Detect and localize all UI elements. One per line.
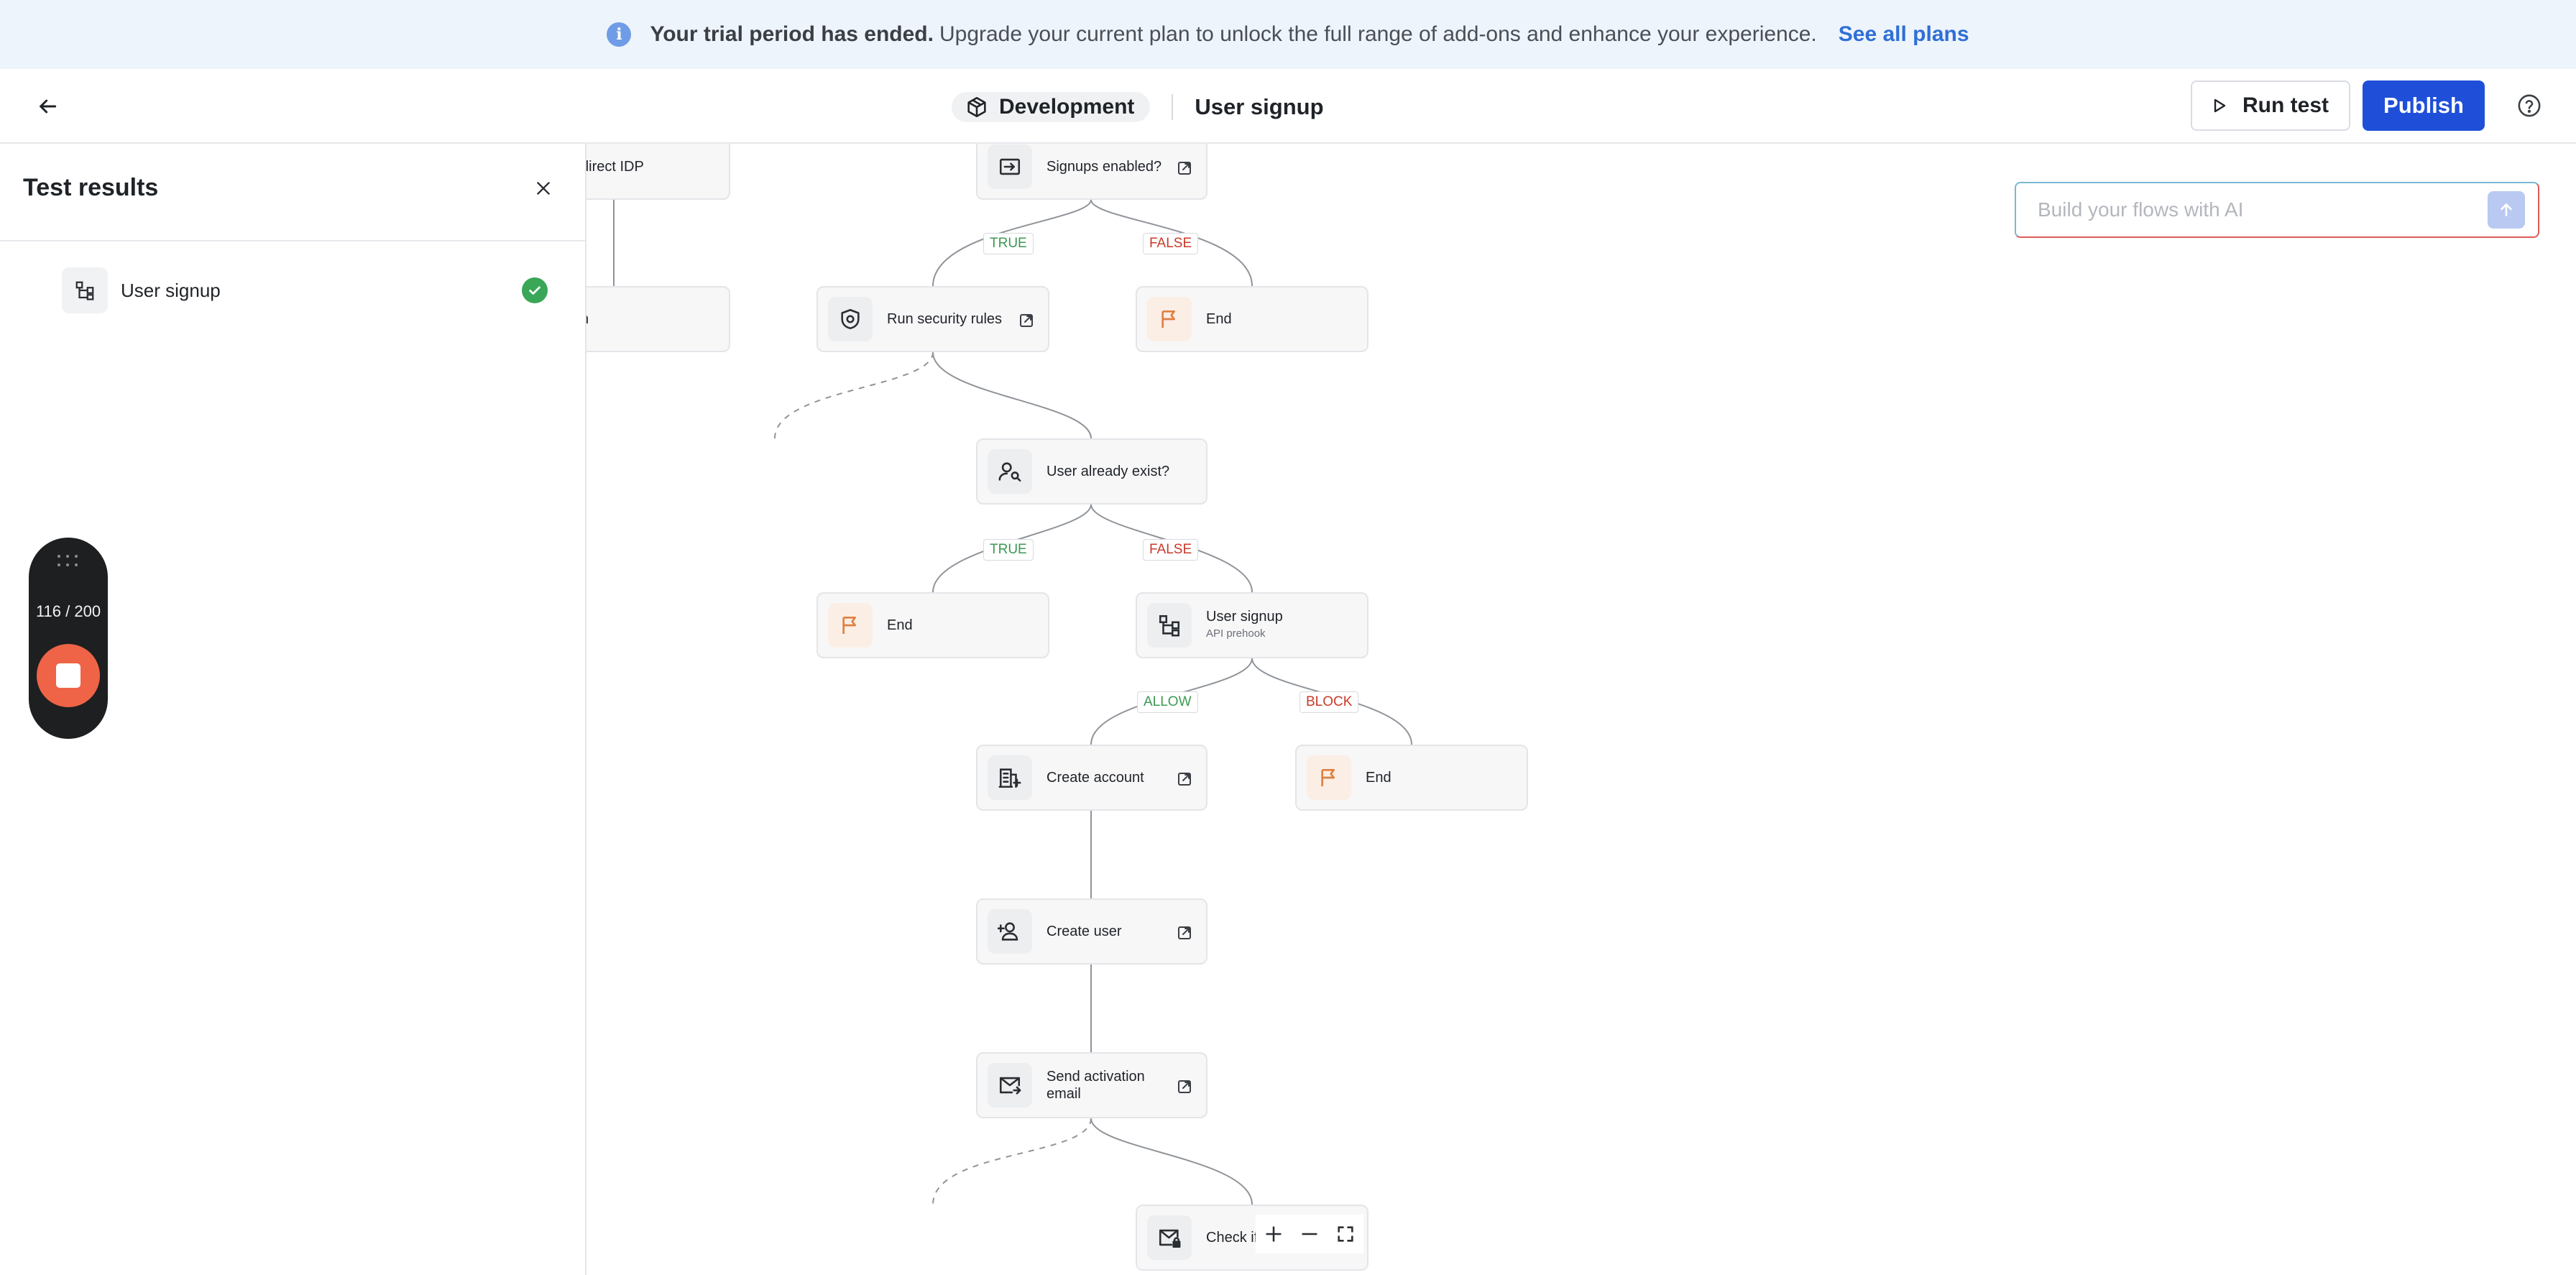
flag-icon [828, 603, 873, 648]
banner-strong-text: Your trial period has ended. [650, 22, 934, 46]
success-check-icon [522, 277, 548, 303]
node-label: n [586, 310, 589, 328]
flow-node-user-signup[interactable]: User signup API prehook [1136, 592, 1368, 658]
flow-hierarchy-icon [62, 267, 108, 313]
test-result-item[interactable]: User signup [62, 267, 565, 313]
node-subtitle: API prehook [1206, 627, 1266, 640]
edge-label-false: FALSE [1143, 539, 1199, 561]
flow-hierarchy-icon [1147, 603, 1192, 648]
stop-recording-button[interactable] [37, 644, 100, 707]
banner-text: Upgrade your current plan to unlock the … [939, 22, 1817, 46]
external-link-icon[interactable] [1176, 1078, 1193, 1095]
flag-icon [1147, 297, 1192, 341]
external-link-icon[interactable] [1176, 770, 1193, 788]
environment-label: Development [999, 95, 1135, 119]
flow-node-signups-enabled[interactable]: Signups enabled? [976, 144, 1208, 200]
panel-title: Test results [23, 174, 159, 201]
close-panel-button[interactable] [529, 174, 558, 203]
zoom-out-button[interactable] [1294, 1218, 1325, 1250]
cube-icon [967, 96, 986, 118]
flow-node-end[interactable]: End [1136, 286, 1368, 352]
close-icon [537, 182, 550, 195]
node-label: User already exist? [1046, 464, 1170, 479]
arrow-up-icon [2501, 203, 2512, 216]
info-icon: i [607, 22, 632, 47]
flow-node-end[interactable]: End [816, 592, 1049, 658]
play-icon [2214, 98, 2226, 113]
node-label: End [887, 617, 913, 633]
flow-node-partial[interactable]: n [586, 286, 730, 352]
test-result-label: User signup [121, 279, 221, 301]
flow-node-redirect-idp[interactable]: direct IDP [586, 144, 730, 200]
edge-label-block: BLOCK [1300, 691, 1359, 713]
user-search-icon [988, 449, 1032, 494]
mail-send-icon [988, 1063, 1032, 1108]
flow-node-user-already-exist[interactable]: User already exist? [976, 438, 1208, 505]
edge-label-false: FALSE [1143, 233, 1199, 254]
flow-node-run-security-rules[interactable]: Run security rules [816, 286, 1049, 352]
external-link-icon[interactable] [1176, 160, 1193, 177]
node-label: Create account [1046, 770, 1144, 786]
recorder-widget[interactable]: 116 / 200 [29, 538, 108, 739]
drag-handle-icon[interactable] [58, 555, 79, 566]
environment-chip[interactable]: Development [952, 92, 1151, 122]
node-label: User signup API prehook [1206, 608, 1283, 643]
help-circle-icon [2518, 94, 2541, 117]
edge-label-allow: ALLOW [1137, 691, 1198, 713]
mail-lock-icon [1147, 1215, 1192, 1260]
panel-header: Test results [0, 144, 585, 241]
see-all-plans-link[interactable]: See all plans [1839, 22, 1969, 47]
user-plus-icon [988, 909, 1032, 954]
back-button[interactable] [32, 91, 63, 122]
flow-canvas[interactable]: direct IDP n Signups enabled? Run securi… [586, 144, 2576, 1275]
fullscreen-icon [1338, 1226, 1353, 1242]
breadcrumb-separator [1172, 94, 1174, 120]
node-label: Signups enabled? [1046, 159, 1162, 175]
app-root: i Your trial period has ended. Upgrade y… [0, 0, 2576, 1275]
flag-icon [1307, 755, 1351, 800]
trial-banner: i Your trial period has ended. Upgrade y… [0, 0, 2576, 69]
node-label: direct IDP [586, 159, 644, 175]
run-test-label: Run test [2242, 93, 2329, 117]
ai-send-button[interactable] [2488, 191, 2525, 229]
node-label: Send activation email [1046, 1069, 1145, 1102]
stop-icon [56, 663, 80, 688]
plus-icon [1266, 1226, 1282, 1242]
node-label: Run security rules [887, 311, 1003, 327]
flow-node-end[interactable]: End [1295, 745, 1528, 811]
help-button[interactable] [2513, 89, 2546, 122]
top-header: Development User signup Run test Publish [0, 69, 2576, 144]
node-label: End [1206, 311, 1232, 327]
zoom-in-button[interactable] [1258, 1218, 1289, 1250]
edge-label-true: TRUE [983, 233, 1034, 254]
publish-button[interactable]: Publish [2363, 80, 2485, 131]
external-link-icon[interactable] [1018, 312, 1035, 329]
ai-prompt-box [2015, 182, 2539, 238]
building-plus-icon [988, 755, 1032, 800]
arrow-left-icon [40, 99, 57, 114]
node-label: Check if [1206, 1230, 1259, 1246]
node-label: End [1366, 770, 1392, 786]
edge-label-true: TRUE [983, 539, 1034, 561]
login-arrow-icon [988, 144, 1032, 189]
external-link-icon[interactable] [1176, 924, 1193, 942]
flow-node-create-user[interactable]: Create user [976, 898, 1208, 965]
shield-icon [828, 297, 873, 341]
fit-view-button[interactable] [1330, 1218, 1361, 1250]
flow-node-send-activation-email[interactable]: Send activation email [976, 1052, 1208, 1118]
node-label: Create user [1046, 924, 1122, 939]
flow-node-create-account[interactable]: Create account [976, 745, 1208, 811]
recorder-count: 116 / 200 [35, 602, 101, 620]
zoom-controls [1256, 1215, 1363, 1253]
breadcrumb: Development User signup [952, 91, 1324, 124]
node-title: User signup [1206, 609, 1283, 625]
flow-title: User signup [1195, 94, 1324, 119]
ai-prompt-input[interactable] [2038, 198, 2488, 221]
minus-icon [1302, 1233, 1317, 1235]
run-test-button[interactable]: Run test [2191, 80, 2350, 131]
